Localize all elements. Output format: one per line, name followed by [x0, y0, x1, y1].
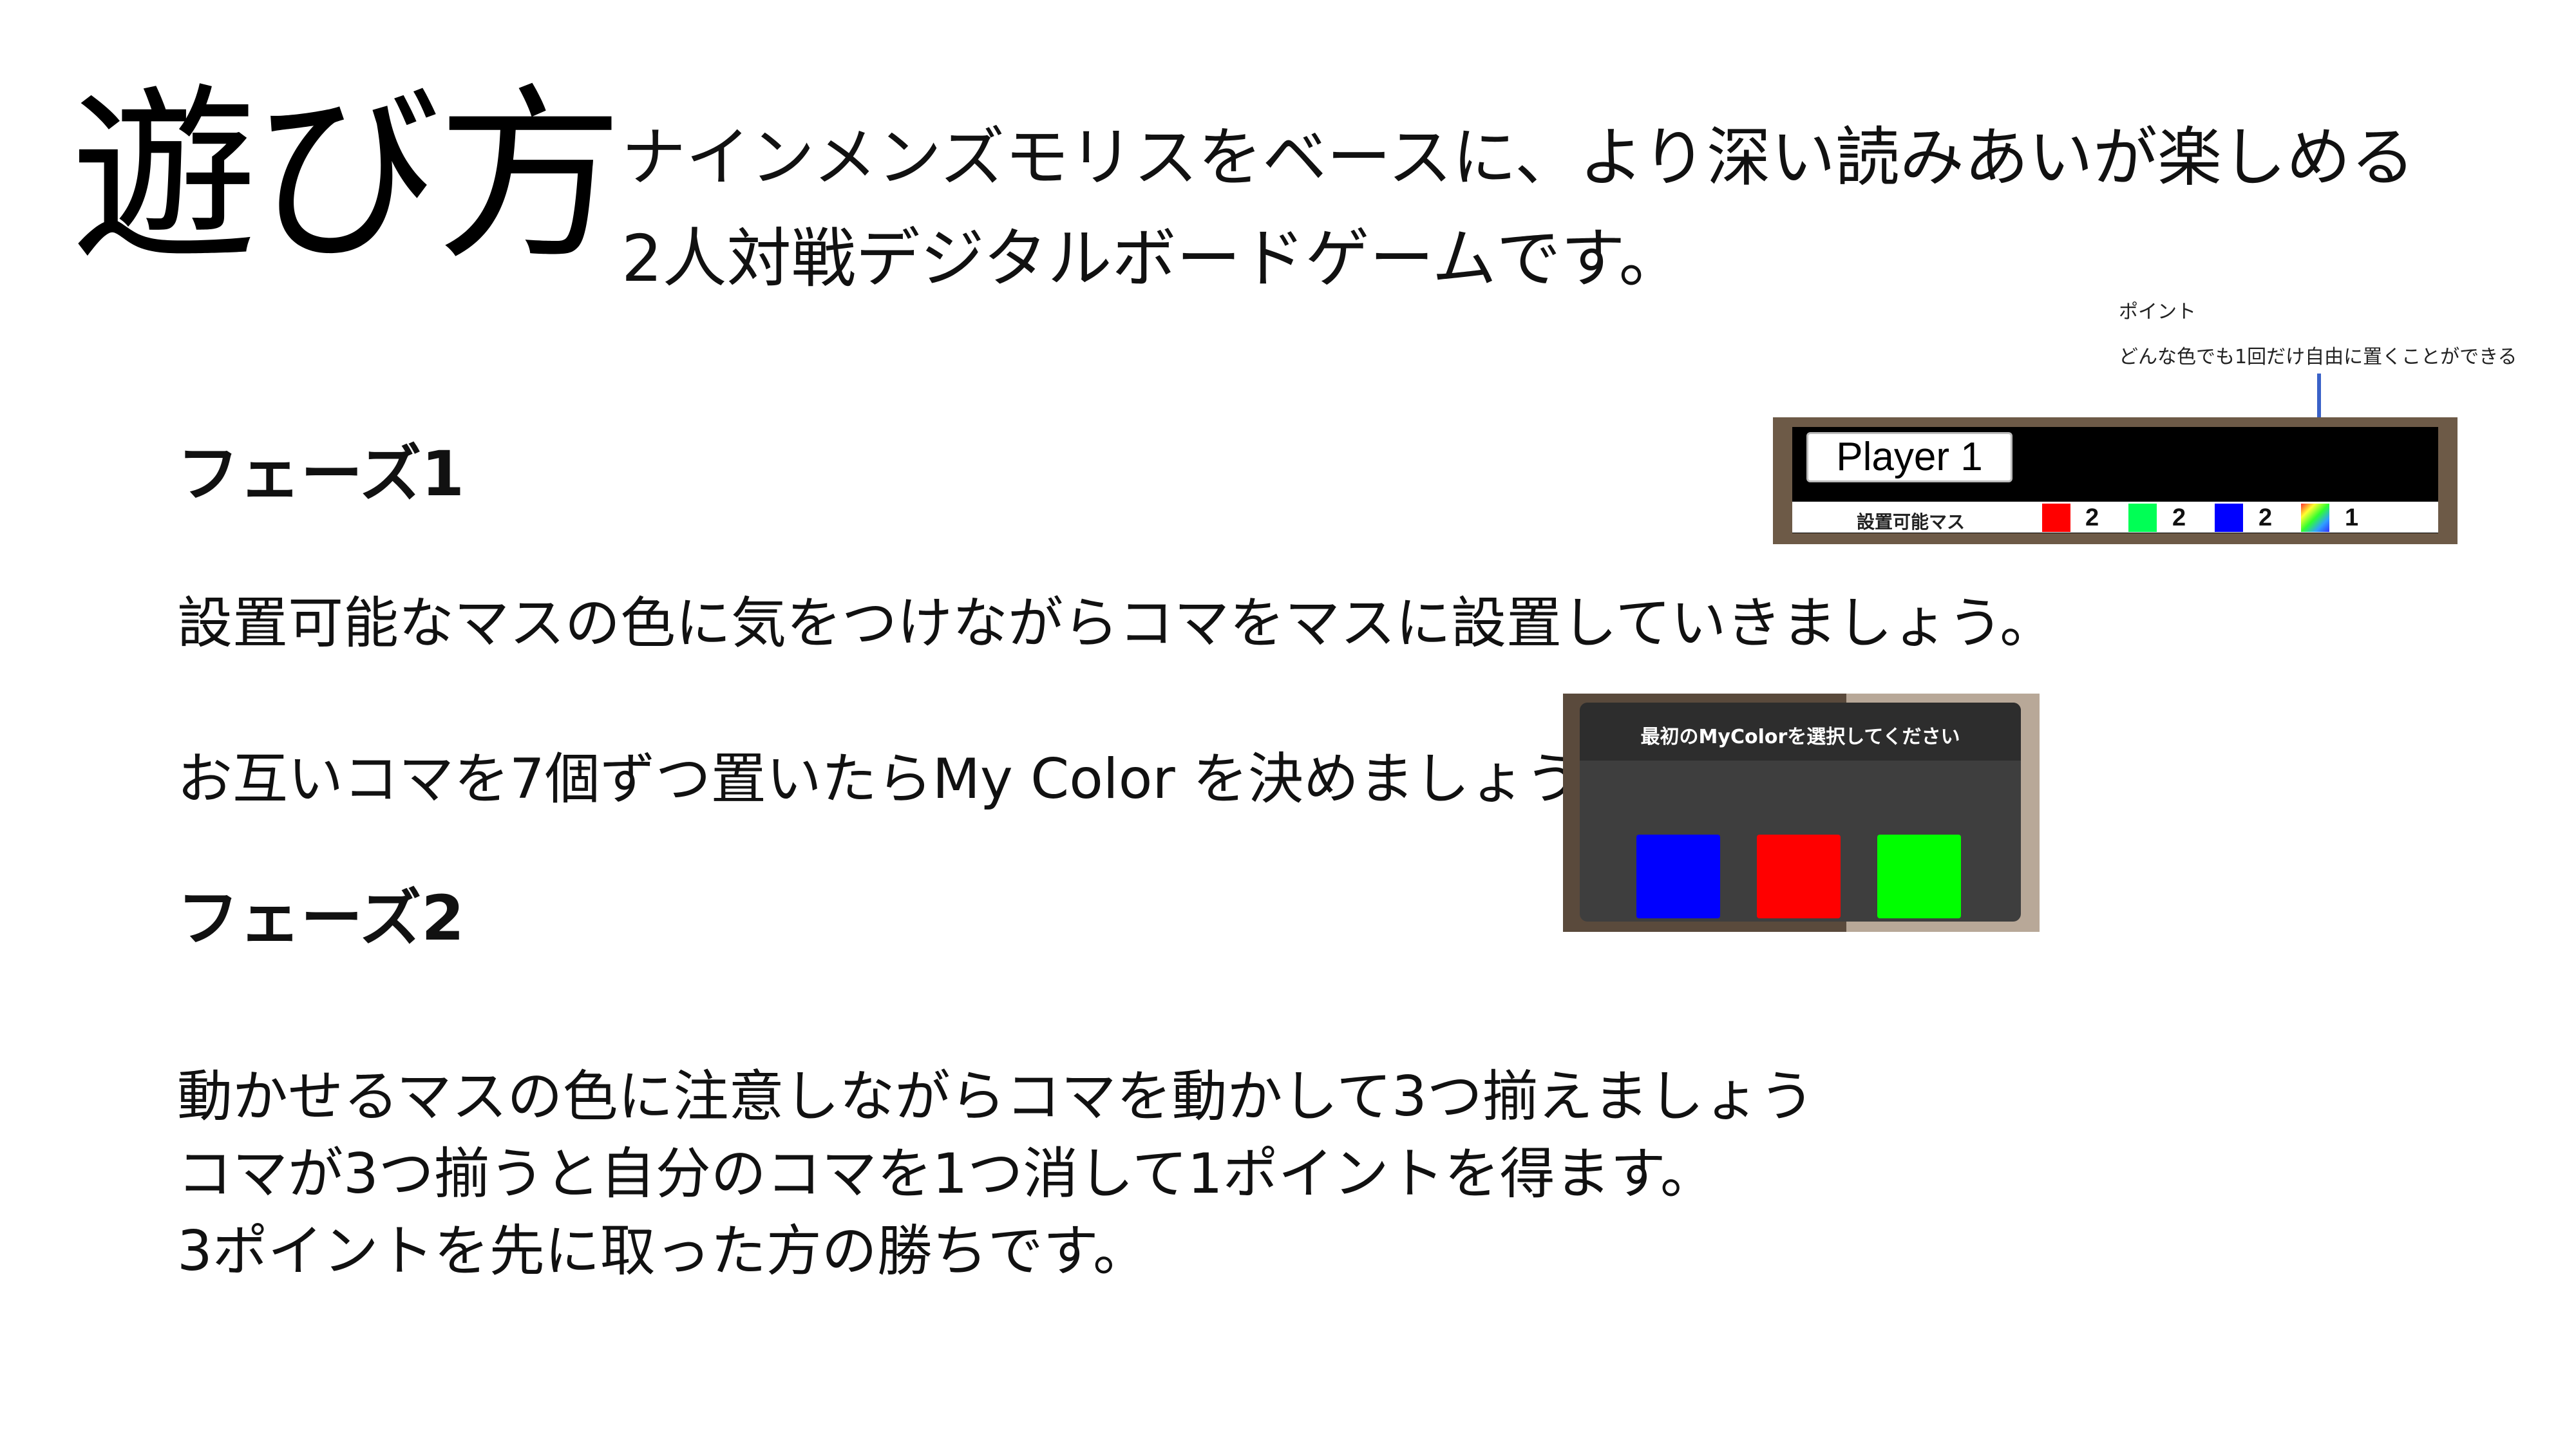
- green-count: 2: [2172, 504, 2186, 531]
- phase1-line-2: お互いコマを7個ずつ置いたらMy Color を決めましょう: [177, 747, 1581, 811]
- red-color-button[interactable]: [1757, 835, 1841, 918]
- intro-line-2: 2人対戦デジタルボードゲームです。: [621, 221, 1683, 296]
- point-note-text: どんな色でも1回だけ自由に置くことができる: [2119, 346, 2517, 368]
- color-select-dialog: 最初のMyColorを選択してください: [1580, 703, 2021, 922]
- red-swatch-icon: [2042, 504, 2070, 532]
- phase2-heading: フェーズ2: [177, 882, 464, 954]
- color-select-screenshot: 最初のMyColorを選択してください: [1563, 694, 2040, 932]
- player-label: Player 1: [1806, 432, 2012, 482]
- phase1-line-1: 設置可能なマスの色に気をつけながらコマをマスに設置していきましょう。: [177, 591, 2056, 656]
- intro-line-1: ナインメンズモリスをベースに、より深い読みあいが楽しめる: [621, 120, 2415, 195]
- phase2-line-1: 動かせるマスの色に注意しながらコマを動かして3つ揃えましょう: [177, 1065, 1815, 1129]
- green-swatch-icon: [2128, 504, 2157, 532]
- red-count: 2: [2085, 504, 2099, 531]
- rainbow-swatch-icon: [2301, 504, 2329, 532]
- placeable-caption: 設置可能マス: [1857, 511, 1965, 533]
- player-panel-inner: Player 1 設置可能マス 2 2 2 1: [1792, 427, 2438, 533]
- blue-swatch-icon: [2215, 504, 2243, 532]
- phase2-line-3: 3ポイントを先に取った方の勝ちです。: [177, 1219, 1149, 1283]
- blue-color-button[interactable]: [1636, 835, 1720, 918]
- page-title: 遊び方: [71, 68, 623, 285]
- green-color-button[interactable]: [1877, 835, 1961, 918]
- placeable-count-bar: 設置可能マス 2 2 2 1: [1792, 502, 2438, 533]
- point-note-label: ポイント: [2119, 301, 2196, 323]
- player-panel-screenshot: Player 1 設置可能マス 2 2 2 1: [1773, 417, 2458, 544]
- phase2-line-2: コマが3つ揃うと自分のコマを1つ消して1ポイントを得ます。: [177, 1142, 1716, 1206]
- rainbow-count: 1: [2345, 504, 2359, 531]
- phase1-heading: フェーズ1: [177, 438, 464, 510]
- dialog-title: 最初のMyColorを選択してください: [1640, 726, 1960, 748]
- blue-count: 2: [2259, 504, 2273, 531]
